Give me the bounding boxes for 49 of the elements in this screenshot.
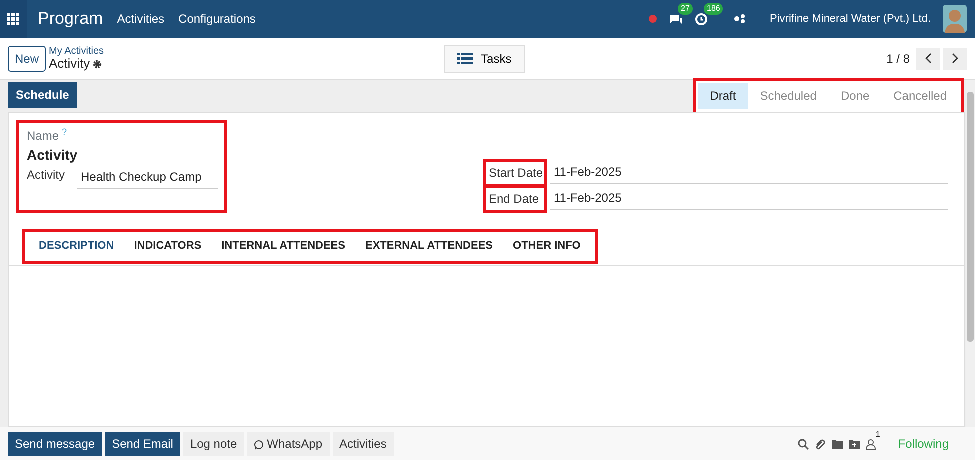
previous-button[interactable]: [916, 48, 940, 70]
chatter-button[interactable]: Send message: [8, 432, 102, 456]
chatter-button[interactable]: WhatsApp: [247, 432, 330, 456]
settings-icon[interactable]: [93, 60, 102, 68]
menu-item[interactable]: Activities: [117, 10, 165, 28]
chevron-right-icon: [952, 53, 958, 64]
schedule-button[interactable]: Schedule: [8, 82, 78, 108]
counter-badge: 27: [678, 3, 693, 15]
next-button[interactable]: [943, 48, 967, 70]
form-tab[interactable]: INTERNAL ATTENDEES: [212, 234, 356, 258]
field-label: Start Date: [486, 162, 544, 184]
record-name: Activity: [27, 146, 79, 165]
chatter-button[interactable]: Activities: [332, 432, 394, 456]
scrollbar-thumb[interactable]: [967, 92, 974, 342]
form-tab[interactable]: INDICATORS: [124, 234, 212, 258]
record-title: Activity: [49, 57, 90, 71]
tasks-view-button[interactable]: Tasks: [444, 44, 525, 72]
apps-menu-icon[interactable]: [7, 12, 20, 26]
field-label: End Date: [486, 188, 544, 210]
stage-button[interactable]: Draft: [698, 83, 748, 109]
status-dot-icon: [649, 15, 658, 23]
chat-icon[interactable]: [669, 14, 684, 26]
chevron-left-icon: [924, 53, 932, 64]
companies-icon[interactable]: [734, 14, 746, 24]
new-button[interactable]: New: [8, 46, 46, 72]
app-title[interactable]: Program: [38, 6, 104, 32]
date-field[interactable]: 11-Feb-2025: [550, 161, 948, 184]
breadcrumb-link[interactable]: My Activities: [49, 46, 104, 57]
date-field[interactable]: 11-Feb-2025: [550, 187, 948, 210]
chatter-button[interactable]: Log note: [183, 432, 244, 456]
folder-plus-icon[interactable]: [848, 440, 860, 448]
activity-field[interactable]: Health Checkup Camp: [77, 166, 218, 189]
form-tab[interactable]: OTHER INFO: [503, 234, 591, 258]
user-icon: [866, 438, 876, 450]
paperclip-icon[interactable]: [814, 438, 826, 450]
field-label: Activity: [27, 167, 66, 184]
clock-icon[interactable]: [695, 13, 708, 26]
chatter-button[interactable]: Send Email: [105, 432, 180, 456]
pager-value: 1 / 8: [886, 50, 910, 68]
list-icon: [457, 52, 474, 64]
folder-icon[interactable]: [832, 440, 843, 448]
search-icon[interactable]: [798, 438, 809, 450]
company-name[interactable]: Pivrifine Mineral Water (Pvt.) Ltd.: [770, 10, 931, 28]
menu-item[interactable]: Configurations: [178, 10, 256, 28]
field-label: Name: [27, 128, 60, 145]
form-tab[interactable]: EXTERNAL ATTENDEES: [355, 234, 504, 258]
form-tab[interactable]: DESCRIPTION: [29, 234, 124, 258]
whatsapp-icon: [254, 440, 264, 450]
counter-badge: 186: [704, 3, 724, 15]
